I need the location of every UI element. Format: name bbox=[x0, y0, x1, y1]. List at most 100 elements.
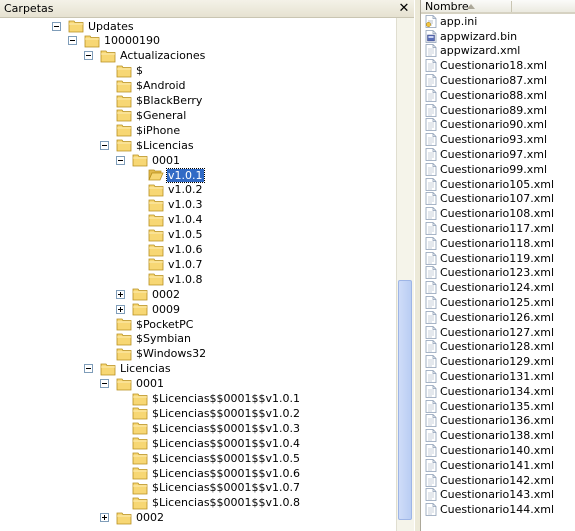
file-list-item[interactable]: Cuestionario140.xml bbox=[421, 443, 575, 458]
expand-icon[interactable] bbox=[100, 513, 109, 523]
tree-node[interactable]: $BlackBerry bbox=[100, 93, 203, 108]
file-list-item[interactable]: appwizard.xml bbox=[421, 44, 575, 59]
tree-node[interactable]: $Licencias$$0001$$v1.0.7 bbox=[116, 480, 301, 495]
tree-node[interactable]: $Licencias$$0001$$v1.0.4 bbox=[116, 436, 301, 451]
tree-node[interactable]: $General bbox=[100, 108, 187, 123]
tree-node[interactable]: Licencias bbox=[84, 361, 172, 376]
tree-node[interactable]: $Licencias$$0001$$v1.0.1 bbox=[116, 391, 301, 406]
collapse-icon[interactable] bbox=[116, 155, 125, 165]
tree-node[interactable]: Updates bbox=[52, 19, 135, 34]
tree-node[interactable]: $Symbian bbox=[100, 331, 192, 346]
file-list-item[interactable]: app.ini bbox=[421, 14, 575, 29]
file-list-item[interactable]: Cuestionario141.xml bbox=[421, 458, 575, 473]
file-list-item[interactable]: Cuestionario88.xml bbox=[421, 88, 575, 103]
tree-node[interactable]: $Licencias$$0001$$v1.0.8 bbox=[116, 495, 301, 510]
collapse-icon[interactable] bbox=[84, 364, 93, 374]
tree-node[interactable]: $Licencias$$0001$$v1.0.2 bbox=[116, 406, 301, 421]
file-list-item[interactable]: Cuestionario124.xml bbox=[421, 280, 575, 295]
tree-node[interactable]: v1.0.6 bbox=[132, 242, 204, 257]
collapse-icon[interactable] bbox=[84, 51, 93, 61]
file-list-item[interactable]: Cuestionario138.xml bbox=[421, 428, 575, 443]
tree-node[interactable]: $Android bbox=[100, 78, 187, 93]
file-list-item[interactable]: Cuestionario105.xml bbox=[421, 177, 575, 192]
close-folders-pane-button[interactable]: ✕ bbox=[396, 1, 412, 16]
tree-node[interactable]: v1.0.3 bbox=[132, 197, 204, 212]
tree-node[interactable]: Actualizaciones bbox=[84, 48, 206, 63]
pane-splitter[interactable] bbox=[414, 0, 421, 531]
tree-node[interactable]: 0002 bbox=[116, 287, 181, 302]
folder-icon bbox=[148, 199, 164, 212]
file-name: Cuestionario128.xml bbox=[440, 340, 555, 354]
file-list-item[interactable]: Cuestionario119.xml bbox=[421, 251, 575, 266]
file-list-item[interactable]: Cuestionario90.xml bbox=[421, 118, 575, 133]
tree-node[interactable]: $PocketPC bbox=[100, 317, 194, 332]
file-name: Cuestionario89.xml bbox=[440, 103, 548, 117]
tree-node[interactable]: v1.0.2 bbox=[132, 182, 204, 197]
file-list-item[interactable]: Cuestionario87.xml bbox=[421, 73, 575, 88]
folder-icon bbox=[132, 407, 148, 420]
file-name: Cuestionario88.xml bbox=[440, 88, 548, 102]
expand-icon[interactable] bbox=[116, 289, 125, 299]
file-list-item[interactable]: Cuestionario134.xml bbox=[421, 384, 575, 399]
tree-node[interactable]: 0001 bbox=[116, 153, 181, 168]
folder-tree-scrollbar[interactable] bbox=[396, 18, 414, 531]
file-list-item[interactable]: Cuestionario144.xml bbox=[421, 502, 575, 517]
file-list-item[interactable]: Cuestionario108.xml bbox=[421, 206, 575, 221]
tree-node[interactable]: v1.0.1 bbox=[132, 167, 205, 183]
file-list-item[interactable]: Cuestionario135.xml bbox=[421, 399, 575, 414]
xml-file-icon bbox=[425, 473, 437, 487]
file-list-item[interactable]: Cuestionario117.xml bbox=[421, 221, 575, 236]
file-list-item[interactable]: Cuestionario107.xml bbox=[421, 192, 575, 207]
file-list-item[interactable]: Cuestionario99.xml bbox=[421, 162, 575, 177]
expand-icon[interactable] bbox=[116, 304, 125, 314]
file-list-item[interactable]: Cuestionario97.xml bbox=[421, 147, 575, 162]
file-list-item[interactable]: Cuestionario18.xml bbox=[421, 58, 575, 73]
file-list-item[interactable]: Cuestionario136.xml bbox=[421, 414, 575, 429]
xml-file-icon bbox=[425, 503, 437, 517]
file-list-item[interactable]: Cuestionario123.xml bbox=[421, 266, 575, 281]
file-name: Cuestionario142.xml bbox=[440, 473, 555, 487]
file-list-item[interactable]: Cuestionario131.xml bbox=[421, 369, 575, 384]
file-name: Cuestionario143.xml bbox=[440, 488, 555, 502]
file-list-item[interactable]: Cuestionario125.xml bbox=[421, 295, 575, 310]
tree-node[interactable]: $Licencias bbox=[100, 138, 195, 153]
file-list-item[interactable]: Cuestionario89.xml bbox=[421, 103, 575, 118]
collapse-icon[interactable] bbox=[100, 379, 109, 389]
tree-node[interactable]: v1.0.8 bbox=[132, 272, 204, 287]
column-header-name[interactable]: Nombre bbox=[425, 0, 469, 13]
tree-node[interactable]: 0009 bbox=[116, 302, 181, 317]
tree-node[interactable]: $Licencias$$0001$$v1.0.6 bbox=[116, 466, 301, 481]
file-list-item[interactable]: Cuestionario143.xml bbox=[421, 488, 575, 503]
tree-node-label: v1.0.5 bbox=[168, 228, 203, 242]
file-list-item[interactable]: Cuestionario142.xml bbox=[421, 473, 575, 488]
scrollbar-thumb[interactable] bbox=[398, 280, 412, 520]
tree-node[interactable]: $Windows32 bbox=[100, 346, 207, 361]
tree-node[interactable]: $Licencias$$0001$$v1.0.3 bbox=[116, 421, 301, 436]
tree-node-label: $PocketPC bbox=[136, 317, 194, 331]
file-list-item[interactable]: Cuestionario127.xml bbox=[421, 325, 575, 340]
file-list-item[interactable]: Cuestionario128.xml bbox=[421, 340, 575, 355]
tree-node[interactable]: v1.0.4 bbox=[132, 212, 204, 227]
collapse-icon[interactable] bbox=[52, 21, 61, 31]
xml-file-icon bbox=[425, 207, 437, 221]
file-list-item[interactable]: Cuestionario129.xml bbox=[421, 354, 575, 369]
tree-node[interactable]: $ bbox=[100, 63, 144, 78]
tree-node[interactable]: 10000190 bbox=[68, 33, 161, 48]
file-name: Cuestionario123.xml bbox=[440, 266, 555, 280]
file-list-item[interactable]: Cuestionario93.xml bbox=[421, 132, 575, 147]
tree-node[interactable]: v1.0.5 bbox=[132, 227, 204, 242]
tree-node[interactable]: $iPhone bbox=[100, 123, 181, 138]
tree-node-label: Actualizaciones bbox=[120, 49, 206, 63]
tree-node[interactable]: v1.0.7 bbox=[132, 257, 204, 272]
file-list-item[interactable]: appwizard.bin bbox=[421, 29, 575, 44]
collapse-icon[interactable] bbox=[100, 140, 109, 150]
tree-node[interactable]: $Licencias$$0001$$v1.0.5 bbox=[116, 451, 301, 466]
xml-file-icon bbox=[425, 355, 437, 369]
column-divider[interactable] bbox=[511, 1, 512, 12]
file-list-item[interactable]: Cuestionario126.xml bbox=[421, 310, 575, 325]
file-list-item[interactable]: Cuestionario118.xml bbox=[421, 236, 575, 251]
file-name: Cuestionario117.xml bbox=[440, 222, 555, 236]
tree-node[interactable]: 0001 bbox=[100, 376, 165, 391]
collapse-icon[interactable] bbox=[68, 36, 77, 46]
tree-node[interactable]: 0002 bbox=[100, 510, 165, 525]
